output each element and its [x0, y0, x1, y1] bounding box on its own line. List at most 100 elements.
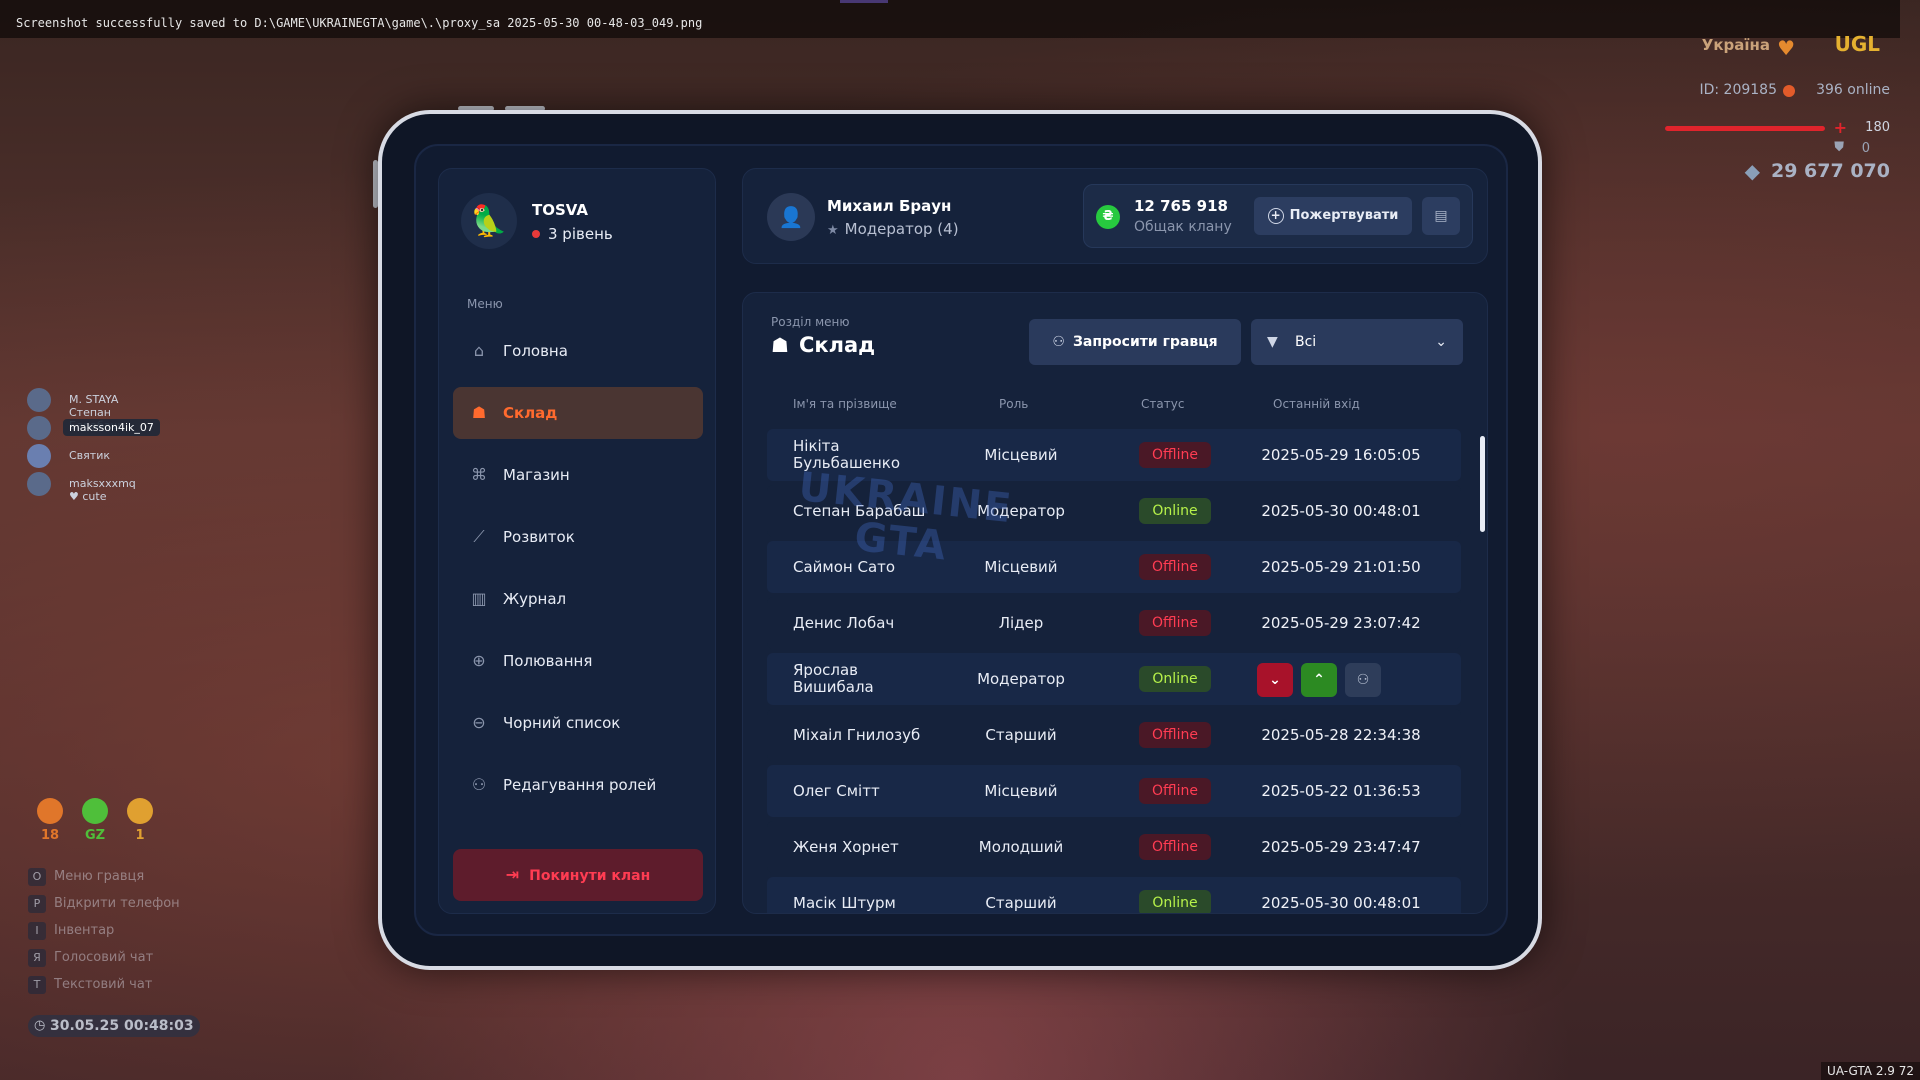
member-last-login: 2025-05-22 01:36:53	[1261, 782, 1421, 800]
member-name: Денис Лобач	[793, 613, 895, 632]
plus-circle-icon: +	[1267, 207, 1284, 224]
health-cross-icon: +	[1833, 118, 1847, 137]
stat-stars: 1	[120, 798, 160, 843]
hint-text: Текстовий чат	[54, 977, 153, 992]
member-role: Місцевий	[984, 446, 1058, 464]
roster-panel: Розділ меню ☗ Склад ⚇ Запросити гравця ▼ Вс…	[742, 292, 1488, 914]
table-row[interactable]: Міхаіл Гнилозуб Старший Offline 2025-05-…	[767, 709, 1461, 761]
table-row[interactable]: Олег Смітт Місцевий Offline 2025-05-22 0…	[767, 765, 1461, 817]
sidebar-item-journal[interactable]: ▥ Журнал	[453, 573, 703, 625]
column-header-role: Роль	[999, 397, 1029, 411]
sidebar-item-label: Журнал	[503, 590, 567, 608]
clock-icon: ◷	[34, 1018, 46, 1033]
game-version: UA-GTA 2.9 72	[1821, 1062, 1920, 1080]
member-role: Місцевий	[984, 558, 1058, 576]
table-row[interactable]: Денис Лобач Лідер Offline 2025-05-29 23:…	[767, 597, 1461, 649]
voice-name: maksson4ik_07	[63, 419, 160, 436]
member-role: Молодший	[978, 838, 1064, 856]
status-badge: Offline	[1139, 610, 1211, 636]
table-scrollbar[interactable]	[1480, 436, 1485, 532]
wallet-button[interactable]: ▤	[1422, 197, 1460, 235]
role-filter-select[interactable]: ▼ Всі ⌄	[1251, 319, 1463, 365]
sidebar-item-label: Редагування ролей	[503, 776, 657, 794]
sidebar-item-development[interactable]: ⟋ Розвиток	[453, 511, 703, 563]
table-row[interactable]: Ярослав Вишибала Модератор Online ⌄ ⌃ ⚇	[767, 653, 1461, 705]
clan-logo-icon: 🦜	[461, 193, 517, 249]
status-badge: Online	[1139, 890, 1211, 913]
health-bar-fill	[1665, 126, 1825, 131]
health-bar	[1665, 126, 1825, 131]
voice-name: Святик	[69, 449, 110, 462]
members-table: Нікіта Бульбашенко Місцевий Offline 2025…	[767, 429, 1461, 913]
user-remove-icon: ⚇	[1356, 672, 1370, 688]
menu-title: Меню	[467, 297, 503, 311]
hint-text: Голосовий чат	[54, 950, 154, 965]
chevron-down-icon: ⌄	[1435, 334, 1447, 350]
voice-avatar	[27, 472, 51, 496]
sidebar-item-hunting[interactable]: ⊕ Полювання	[453, 635, 703, 687]
donate-button[interactable]: + Пожертвувати	[1254, 197, 1412, 235]
kick-member-button[interactable]: ⚇	[1345, 663, 1381, 697]
hint-key: Я	[28, 949, 46, 967]
member-role: Лідер	[998, 614, 1044, 632]
filter-icon: ▼	[1267, 334, 1278, 350]
leave-clan-label: Покинути клан	[529, 868, 651, 884]
member-name: Олег Смітт	[793, 781, 880, 800]
member-role: Модератор	[977, 502, 1065, 520]
money-value: 29 677 070	[1771, 160, 1890, 182]
promote-button[interactable]: ⌃	[1301, 663, 1337, 697]
status-badge: Offline	[1139, 442, 1211, 468]
user-name: Михаил Браун	[827, 197, 952, 215]
home-icon: ⌂	[473, 341, 485, 360]
voice-extra: ♥ cute	[69, 490, 107, 503]
table-row[interactable]: Нікіта Бульбашенко Місцевий Offline 2025…	[767, 429, 1461, 481]
leave-clan-button[interactable]: ⇥ Покинути клан	[453, 849, 703, 901]
stat-hunger: 18	[30, 798, 70, 843]
team-icon: ☗	[771, 333, 789, 357]
table-row[interactable]: Саймон Сато Місцевий Offline 2025-05-29 …	[767, 541, 1461, 593]
member-last-login: 2025-05-29 16:05:05	[1261, 446, 1421, 464]
sidebar-item-shop[interactable]: ⌘ Магазин	[453, 449, 703, 501]
sidebar-item-home[interactable]: ⌂ Головна	[453, 325, 703, 377]
status-badge: Offline	[1139, 554, 1211, 580]
member-role: Модератор	[977, 670, 1065, 688]
hint-key: T	[28, 976, 46, 994]
status-badge: Offline	[1139, 722, 1211, 748]
health-value: 180	[1865, 120, 1890, 135]
hint-text: Інвентар	[54, 923, 115, 938]
chart-icon: ⟋	[473, 527, 485, 546]
sidebar-item-label: Склад	[503, 404, 558, 422]
hunger-icon	[37, 798, 63, 824]
hint-item: O Меню гравця	[28, 868, 180, 895]
sidebar-item-edit-roles[interactable]: ⚇ Редагування ролей	[453, 759, 703, 811]
sidebar-item-label: Магазин	[503, 466, 570, 484]
sidebar-item-blacklist[interactable]: ⊖ Чорний список	[453, 697, 703, 749]
armor-shield-icon: ⛊	[1834, 140, 1844, 155]
table-row[interactable]: Степан Барабаш Модератор Online 2025-05-…	[767, 485, 1461, 537]
member-role: Місцевий	[984, 782, 1058, 800]
member-last-login: 2025-05-29 23:07:42	[1261, 614, 1421, 632]
demote-button[interactable]: ⌄	[1257, 663, 1293, 697]
status-badge: Online	[1139, 498, 1211, 524]
chevron-up-icon: ⌃	[1313, 672, 1325, 688]
bank-amount: 12 765 918	[1134, 197, 1228, 215]
table-row[interactable]: Масік Штурм Старший Online 2025-05-30 00…	[767, 877, 1461, 913]
section-title-text: Склад	[798, 333, 876, 357]
table-row[interactable]: Женя Хорнет Молодший Offline 2025-05-29 …	[767, 821, 1461, 873]
invite-player-button[interactable]: ⚇ Запросити гравця	[1029, 319, 1241, 365]
member-last-login: 2025-05-29 21:01:50	[1261, 558, 1421, 576]
status-badge: Online	[1139, 666, 1211, 692]
user-role: ★ Модератор (4)	[827, 220, 959, 238]
star-icon: ★	[827, 223, 839, 238]
member-role: Старший	[985, 726, 1057, 744]
armor-value: 0	[1861, 141, 1870, 156]
member-role: Старший	[985, 894, 1057, 912]
hud-right: Україна ♥ UGL ID: 209185 396 online + 18…	[1500, 30, 1920, 190]
member-name: Степан Барабаш	[793, 501, 926, 520]
hryvnia-coin-icon: ₴	[1096, 205, 1120, 229]
voice-name-text: maksxxxmq	[69, 477, 136, 490]
exit-icon: ⇥	[505, 865, 520, 884]
sidebar-item-roster[interactable]: ☗ Склад	[453, 387, 703, 439]
stat-label: 1	[135, 828, 145, 843]
heart-icon: ♥	[1777, 36, 1795, 60]
